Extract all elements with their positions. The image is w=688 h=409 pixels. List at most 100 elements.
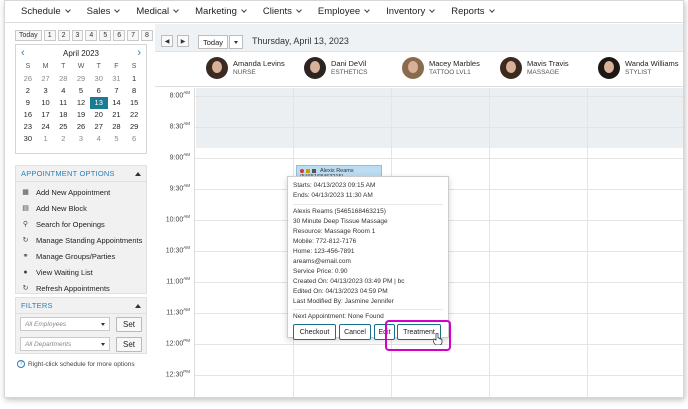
nav-marketing[interactable]: Marketing	[195, 6, 247, 17]
today-button[interactable]: Today	[198, 35, 228, 49]
prev-month-icon[interactable]: ‹	[21, 47, 25, 59]
popover-created: Created On: 04/13/2023 03:49 PM | bc	[293, 278, 405, 285]
set-employee-button[interactable]: Set	[116, 316, 142, 332]
option-manage-standing-appointments[interactable]: ↻ Manage Standing Appointments	[16, 232, 146, 248]
option-add-new-appointment[interactable]: ▦ Add New Appointment	[16, 184, 146, 200]
popover-mobile: Mobile: 772-812-7176	[293, 238, 357, 245]
today-jump-button[interactable]: Today	[15, 30, 42, 41]
nav-employee[interactable]: Employee	[318, 6, 370, 17]
calendar-day[interactable]: 9	[19, 97, 37, 109]
calendar-day[interactable]: 2	[54, 133, 72, 145]
calendar-day[interactable]: 30	[19, 133, 37, 145]
set-department-button[interactable]: Set	[116, 336, 142, 352]
calendar-day[interactable]: 27	[37, 73, 55, 85]
day-jump-button[interactable]: 7	[127, 30, 140, 41]
day-jump-button[interactable]: 4	[85, 30, 98, 41]
calendar-day[interactable]: 15	[125, 97, 143, 109]
calendar-day[interactable]: 3	[37, 85, 55, 97]
staff-column-header[interactable]: Wanda Williams STYLIST	[598, 57, 678, 79]
option-add-new-block[interactable]: ▤ Add New Block	[16, 200, 146, 216]
calendar-day[interactable]: 19	[72, 109, 90, 121]
calendar-day[interactable]: 17	[37, 109, 55, 121]
prev-day-button[interactable]: ◀	[161, 35, 173, 47]
nav-reports[interactable]: Reports	[451, 6, 495, 17]
day-jump-button[interactable]: 3	[71, 30, 84, 41]
option-refresh-appointments[interactable]: ↻ Refresh Appointments	[16, 280, 146, 296]
calendar-day[interactable]: 6	[125, 133, 143, 145]
day-jump-button[interactable]: 6	[113, 30, 126, 41]
group-icon: ⚭	[22, 253, 29, 260]
nav-sales[interactable]: Sales	[87, 6, 121, 17]
calendar-day[interactable]: 4	[90, 133, 108, 145]
nav-clients[interactable]: Clients	[263, 6, 302, 17]
day-jump-button[interactable]: 2	[57, 30, 70, 41]
staff-column-divider	[587, 88, 588, 397]
employee-filter-select[interactable]: All Employees	[20, 317, 110, 331]
option-label: View Waiting List	[36, 267, 93, 277]
schedule-grid[interactable]: 8:00AM 8:30AM 9:00AM 9:30AM 10:00AM 10:30AM 11…	[155, 88, 683, 397]
nav-medical[interactable]: Medical	[136, 6, 179, 17]
calendar-day[interactable]: 5	[108, 133, 126, 145]
calendar-day[interactable]: 5	[72, 85, 90, 97]
calendar-day[interactable]: 10	[37, 97, 55, 109]
option-manage-groups-parties[interactable]: ⚭ Manage Groups/Parties	[16, 248, 146, 264]
calendar-day[interactable]: 7	[108, 85, 126, 97]
calendar-day[interactable]: 21	[108, 109, 126, 121]
cancel-button[interactable]: Cancel	[339, 324, 371, 340]
calendar-day[interactable]: 16	[19, 109, 37, 121]
filters-header[interactable]: FILTERS	[16, 298, 146, 314]
option-label: Manage Standing Appointments	[36, 235, 143, 245]
calendar-day[interactable]: 13	[89, 97, 108, 109]
calendar-day[interactable]: 18	[54, 109, 72, 121]
department-filter-select[interactable]: All Departments	[20, 337, 110, 351]
calendar-day[interactable]: 26	[72, 121, 90, 133]
calendar-day[interactable]: 31	[108, 73, 126, 85]
staff-column-header[interactable]: Macey Marbles TATTOO LVL1	[402, 57, 480, 79]
calendar-day[interactable]: 12	[72, 97, 90, 109]
staff-column-header[interactable]: Dani DeVil ESTHETICS	[304, 57, 367, 79]
next-day-button[interactable]: ▶	[177, 35, 189, 47]
time-label: 10:00AM	[165, 214, 190, 224]
calendar-day[interactable]: 25	[54, 121, 72, 133]
calendar-day[interactable]: 3	[72, 133, 90, 145]
calendar-day[interactable]: 24	[37, 121, 55, 133]
appointment-options-header[interactable]: APPOINTMENT OPTIONS	[16, 166, 146, 182]
staff-column-header[interactable]: Amanda Levins NURSE	[206, 57, 285, 79]
calendar-day[interactable]: 4	[54, 85, 72, 97]
collapse-icon[interactable]	[135, 303, 141, 308]
calendar-day[interactable]: 22	[125, 109, 143, 121]
calendar-day[interactable]: 1	[37, 133, 55, 145]
calendar-day[interactable]: 1	[125, 73, 143, 85]
calendar-day[interactable]: 20	[90, 109, 108, 121]
popover-service: 30 Minute Deep Tissue Massage	[293, 218, 388, 225]
filters-panel: FILTERS All Employees Set All Department…	[15, 297, 147, 354]
calendar-day[interactable]: 14	[108, 97, 126, 109]
calendar-day[interactable]: 28	[108, 121, 126, 133]
calendar-weekday: F	[114, 63, 119, 70]
option-view-waiting-list[interactable]: ● View Waiting List	[16, 264, 146, 280]
calendar-day[interactable]: 6	[90, 85, 108, 97]
day-jump-button[interactable]: 5	[99, 30, 112, 41]
user-icon	[312, 169, 316, 173]
calendar-day[interactable]: 28	[54, 73, 72, 85]
checkout-button[interactable]: Checkout	[293, 324, 336, 340]
nav-inventory[interactable]: Inventory	[386, 6, 436, 17]
collapse-icon[interactable]	[135, 171, 141, 176]
day-jump-button[interactable]: 8	[141, 30, 153, 41]
calendar-day[interactable]: 29	[125, 121, 143, 133]
day-jump-button[interactable]: 1	[43, 30, 56, 41]
calendar-day[interactable]: 23	[19, 121, 37, 133]
calendar-day[interactable]: 27	[90, 121, 108, 133]
next-month-icon[interactable]: ›	[137, 47, 141, 59]
today-dropdown[interactable]	[229, 35, 243, 49]
nav-label: Medical	[136, 6, 170, 17]
calendar-day[interactable]: 26	[19, 73, 37, 85]
nav-schedule[interactable]: Schedule	[21, 6, 71, 17]
calendar-day[interactable]: 11	[54, 97, 72, 109]
calendar-day[interactable]: 30	[90, 73, 108, 85]
staff-column-header[interactable]: Mavis Travis MASSAGE	[500, 57, 569, 79]
option-search-for-openings[interactable]: ⚲ Search for Openings	[16, 216, 146, 232]
calendar-day[interactable]: 2	[19, 85, 37, 97]
calendar-day[interactable]: 29	[72, 73, 90, 85]
calendar-day[interactable]: 8	[125, 85, 143, 97]
